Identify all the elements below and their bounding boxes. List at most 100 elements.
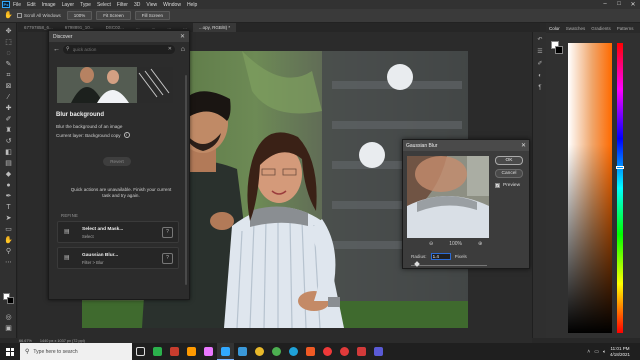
photoshop-logo-icon[interactable]: Ps [2,1,10,8]
hue-slider[interactable] [617,43,623,333]
volume-icon[interactable]: 🔈︎ [603,349,606,355]
hue-slider-knob[interactable] [616,166,624,169]
menu-filter[interactable]: Filter [117,2,128,8]
edge-icon[interactable] [285,343,302,360]
chevron-up-icon[interactable]: ˄ [587,349,590,355]
doc-tab-active[interactable]: ...opy, RGB/8) * [192,23,237,32]
hand-tool-icon[interactable]: ✋ [4,11,13,20]
preview-checkbox-row[interactable]: ✓ Preview [495,183,520,188]
home-icon[interactable]: ⌂ [175,46,185,53]
app-icon[interactable] [370,343,387,360]
screen-mode-icon[interactable]: ▣ [4,324,13,333]
zoom-tool-icon[interactable]: ⚲ [4,247,13,256]
help-icon[interactable]: ? [162,227,173,238]
color-picker-field[interactable] [568,43,612,333]
chrome-alt-icon[interactable] [268,343,285,360]
panel-background-swatch[interactable] [555,46,563,54]
blur-tool-icon[interactable]: ◆ [4,170,13,179]
gradient-tool-icon[interactable]: ▤ [4,159,13,168]
start-button[interactable] [0,343,20,360]
blur-preview-image[interactable] [407,156,489,238]
move-tool-icon[interactable]: ✥ [4,27,13,36]
history-brush-tool-icon[interactable]: ↺ [4,137,13,146]
clock[interactable]: 11:01 PM 4/18/2021 [610,346,630,357]
brush-tool-icon[interactable]: ✐ [4,115,13,124]
adjustments-panel-icon[interactable]: ◐ [536,72,544,80]
tab-gradients[interactable]: Gradients [588,23,614,33]
brush-panel-icon[interactable]: ✐ [536,60,544,68]
close-window-button[interactable]: ✕ [626,1,640,8]
healing-tool-icon[interactable]: ✚ [4,104,13,113]
maximize-button[interactable]: □ [612,1,626,8]
fill-screen-button[interactable]: Fill Screen [134,11,171,20]
network-icon[interactable]: ▭ [594,349,599,355]
background-color-swatch[interactable] [7,297,14,304]
menu-help[interactable]: Help [187,2,197,8]
lightroom-icon[interactable] [234,343,251,360]
camtasia-icon[interactable] [149,343,166,360]
radius-slider[interactable] [411,265,487,266]
dodge-tool-icon[interactable]: ● [4,181,13,190]
discover-search-input[interactable] [72,46,153,52]
quick-select-tool-icon[interactable]: ✎ [4,60,13,69]
taskbar-search[interactable]: ⚲ Type here to search [20,343,132,360]
refine-item-select-and-mask[interactable]: ▤ Select and Mask... Select ? [57,221,179,243]
pen-tool-icon[interactable]: ✒ [4,192,13,201]
minimize-button[interactable]: – [598,1,612,8]
rectangle-tool-icon[interactable]: ▭ [4,225,13,234]
stamp-tool-icon[interactable]: ♜ [4,126,13,135]
zoom-readout[interactable]: 66.67% [19,339,32,343]
quick-mask-icon[interactable]: ◎ [4,313,13,322]
menu-layer[interactable]: Layer [62,2,75,8]
app-icon[interactable] [353,343,370,360]
tab-patterns[interactable]: Patterns [614,23,637,33]
preview-checkbox[interactable]: ✓ [495,183,500,188]
camtasia-recorder-icon[interactable] [166,343,183,360]
frame-tool-icon[interactable]: ⊠ [4,82,13,91]
tab-swatches[interactable]: Swatches [563,23,589,33]
type-tool-icon[interactable]: T [4,203,13,212]
zoom-100-button[interactable]: 100% [66,11,93,20]
menu-image[interactable]: Image [42,2,56,8]
hand-tool-icon[interactable]: ✋ [4,236,13,245]
lasso-tool-icon[interactable]: ◌ [4,49,13,58]
eraser-tool-icon[interactable]: ◧ [4,148,13,157]
tab-color[interactable]: Color [546,23,563,33]
scroll-all-checkbox[interactable] [17,13,22,18]
radius-input[interactable] [430,253,451,260]
discover-search-box[interactable]: ⚲ ✕ [63,44,175,54]
discover-scrollbar[interactable] [185,75,187,285]
menu-view[interactable]: View [146,2,157,8]
menu-file[interactable]: File [13,2,21,8]
properties-panel-icon[interactable]: ☰ [536,48,544,56]
menu-3d[interactable]: 3D [134,2,140,8]
refine-item-gaussian-blur[interactable]: ▤ Gaussian Blur... Filter > Blur ? [57,247,179,269]
menu-window[interactable]: Window [163,2,181,8]
marquee-tool-icon[interactable]: ⬚ [4,38,13,47]
brave-icon[interactable] [302,343,319,360]
crop-tool-icon[interactable]: ⌗ [4,71,13,80]
menu-select[interactable]: Select [97,2,111,8]
chrome-icon[interactable] [251,343,268,360]
menu-edit[interactable]: Edit [27,2,36,8]
revert-button[interactable]: Revert [103,157,131,166]
info-icon[interactable]: i [123,132,130,138]
illustrator-icon[interactable] [183,343,200,360]
eyedropper-tool-icon[interactable]: ⁄ [4,93,13,102]
photoshop-taskbar-icon[interactable] [217,343,234,360]
zoom-out-icon[interactable]: ⊖ [429,241,433,247]
path-select-tool-icon[interactable]: ➤ [4,214,13,223]
close-icon[interactable]: ✕ [521,142,526,149]
help-icon[interactable]: ? [162,253,173,264]
vivaldi-icon[interactable] [319,343,336,360]
ok-button[interactable]: OK [495,156,523,165]
back-arrow-icon[interactable]: ← [53,46,63,53]
menu-type[interactable]: Type [80,2,91,8]
history-panel-icon[interactable]: ↶ [536,36,544,44]
premiere-icon[interactable] [200,343,217,360]
task-view-icon[interactable] [132,343,149,360]
close-icon[interactable]: ✕ [180,33,185,40]
paragraph-panel-icon[interactable]: ¶ [536,84,544,92]
opera-icon[interactable] [336,343,353,360]
zoom-in-icon[interactable]: ⊕ [478,241,482,247]
